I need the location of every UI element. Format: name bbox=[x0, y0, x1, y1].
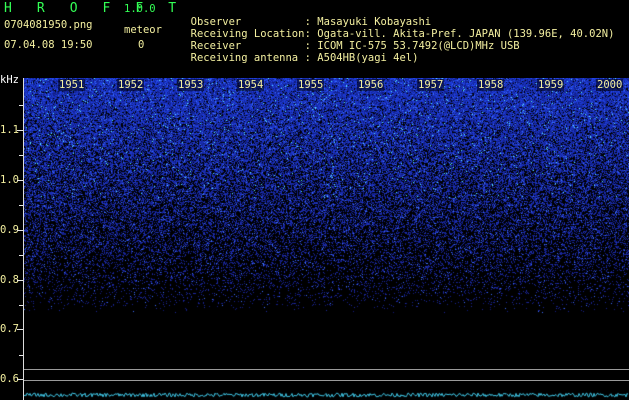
y-minor-tick bbox=[19, 305, 23, 306]
time-label: 1959 bbox=[537, 79, 565, 91]
time-label: 1955 bbox=[297, 79, 325, 91]
y-tick bbox=[17, 230, 23, 231]
reference-line bbox=[24, 369, 629, 370]
y-minor-tick bbox=[19, 205, 23, 206]
app-title: H R O F F T bbox=[4, 1, 185, 16]
time-label: 1953 bbox=[177, 79, 205, 91]
time-label: 1952 bbox=[117, 79, 145, 91]
spectrogram bbox=[24, 78, 629, 400]
y-minor-tick bbox=[19, 155, 23, 156]
y-tick bbox=[17, 280, 23, 281]
antenna-label: Receiving antenna bbox=[190, 52, 299, 64]
y-axis-unit: kHz bbox=[0, 74, 19, 86]
y-tick bbox=[17, 180, 23, 181]
y-tick bbox=[17, 130, 23, 131]
y-tick bbox=[17, 379, 23, 380]
time-label: 2000 bbox=[596, 79, 624, 91]
y-minor-tick bbox=[19, 255, 23, 256]
time-label: 1956 bbox=[357, 79, 385, 91]
meteor-label: meteor bbox=[124, 24, 162, 36]
reference-line bbox=[24, 380, 629, 381]
time-label: 1957 bbox=[417, 79, 445, 91]
y-tick bbox=[17, 329, 23, 330]
file-name: 0704081950.png bbox=[4, 19, 93, 31]
time-label: 1951 bbox=[58, 79, 86, 91]
app-version: 1.0.0 bbox=[124, 3, 156, 15]
y-axis-line bbox=[23, 78, 24, 400]
meteor-count: 0 bbox=[138, 39, 145, 51]
antenna-row: Receiving antenna : A504HB(yagi 4el) bbox=[178, 40, 419, 64]
y-minor-tick bbox=[19, 105, 23, 106]
y-minor-tick bbox=[19, 355, 23, 356]
time-label: 1954 bbox=[237, 79, 265, 91]
file-datetime: 07.04.08 19:50 bbox=[4, 39, 93, 51]
antenna-value: : A504HB(yagi 4el) bbox=[304, 52, 419, 64]
time-label: 1958 bbox=[477, 79, 505, 91]
